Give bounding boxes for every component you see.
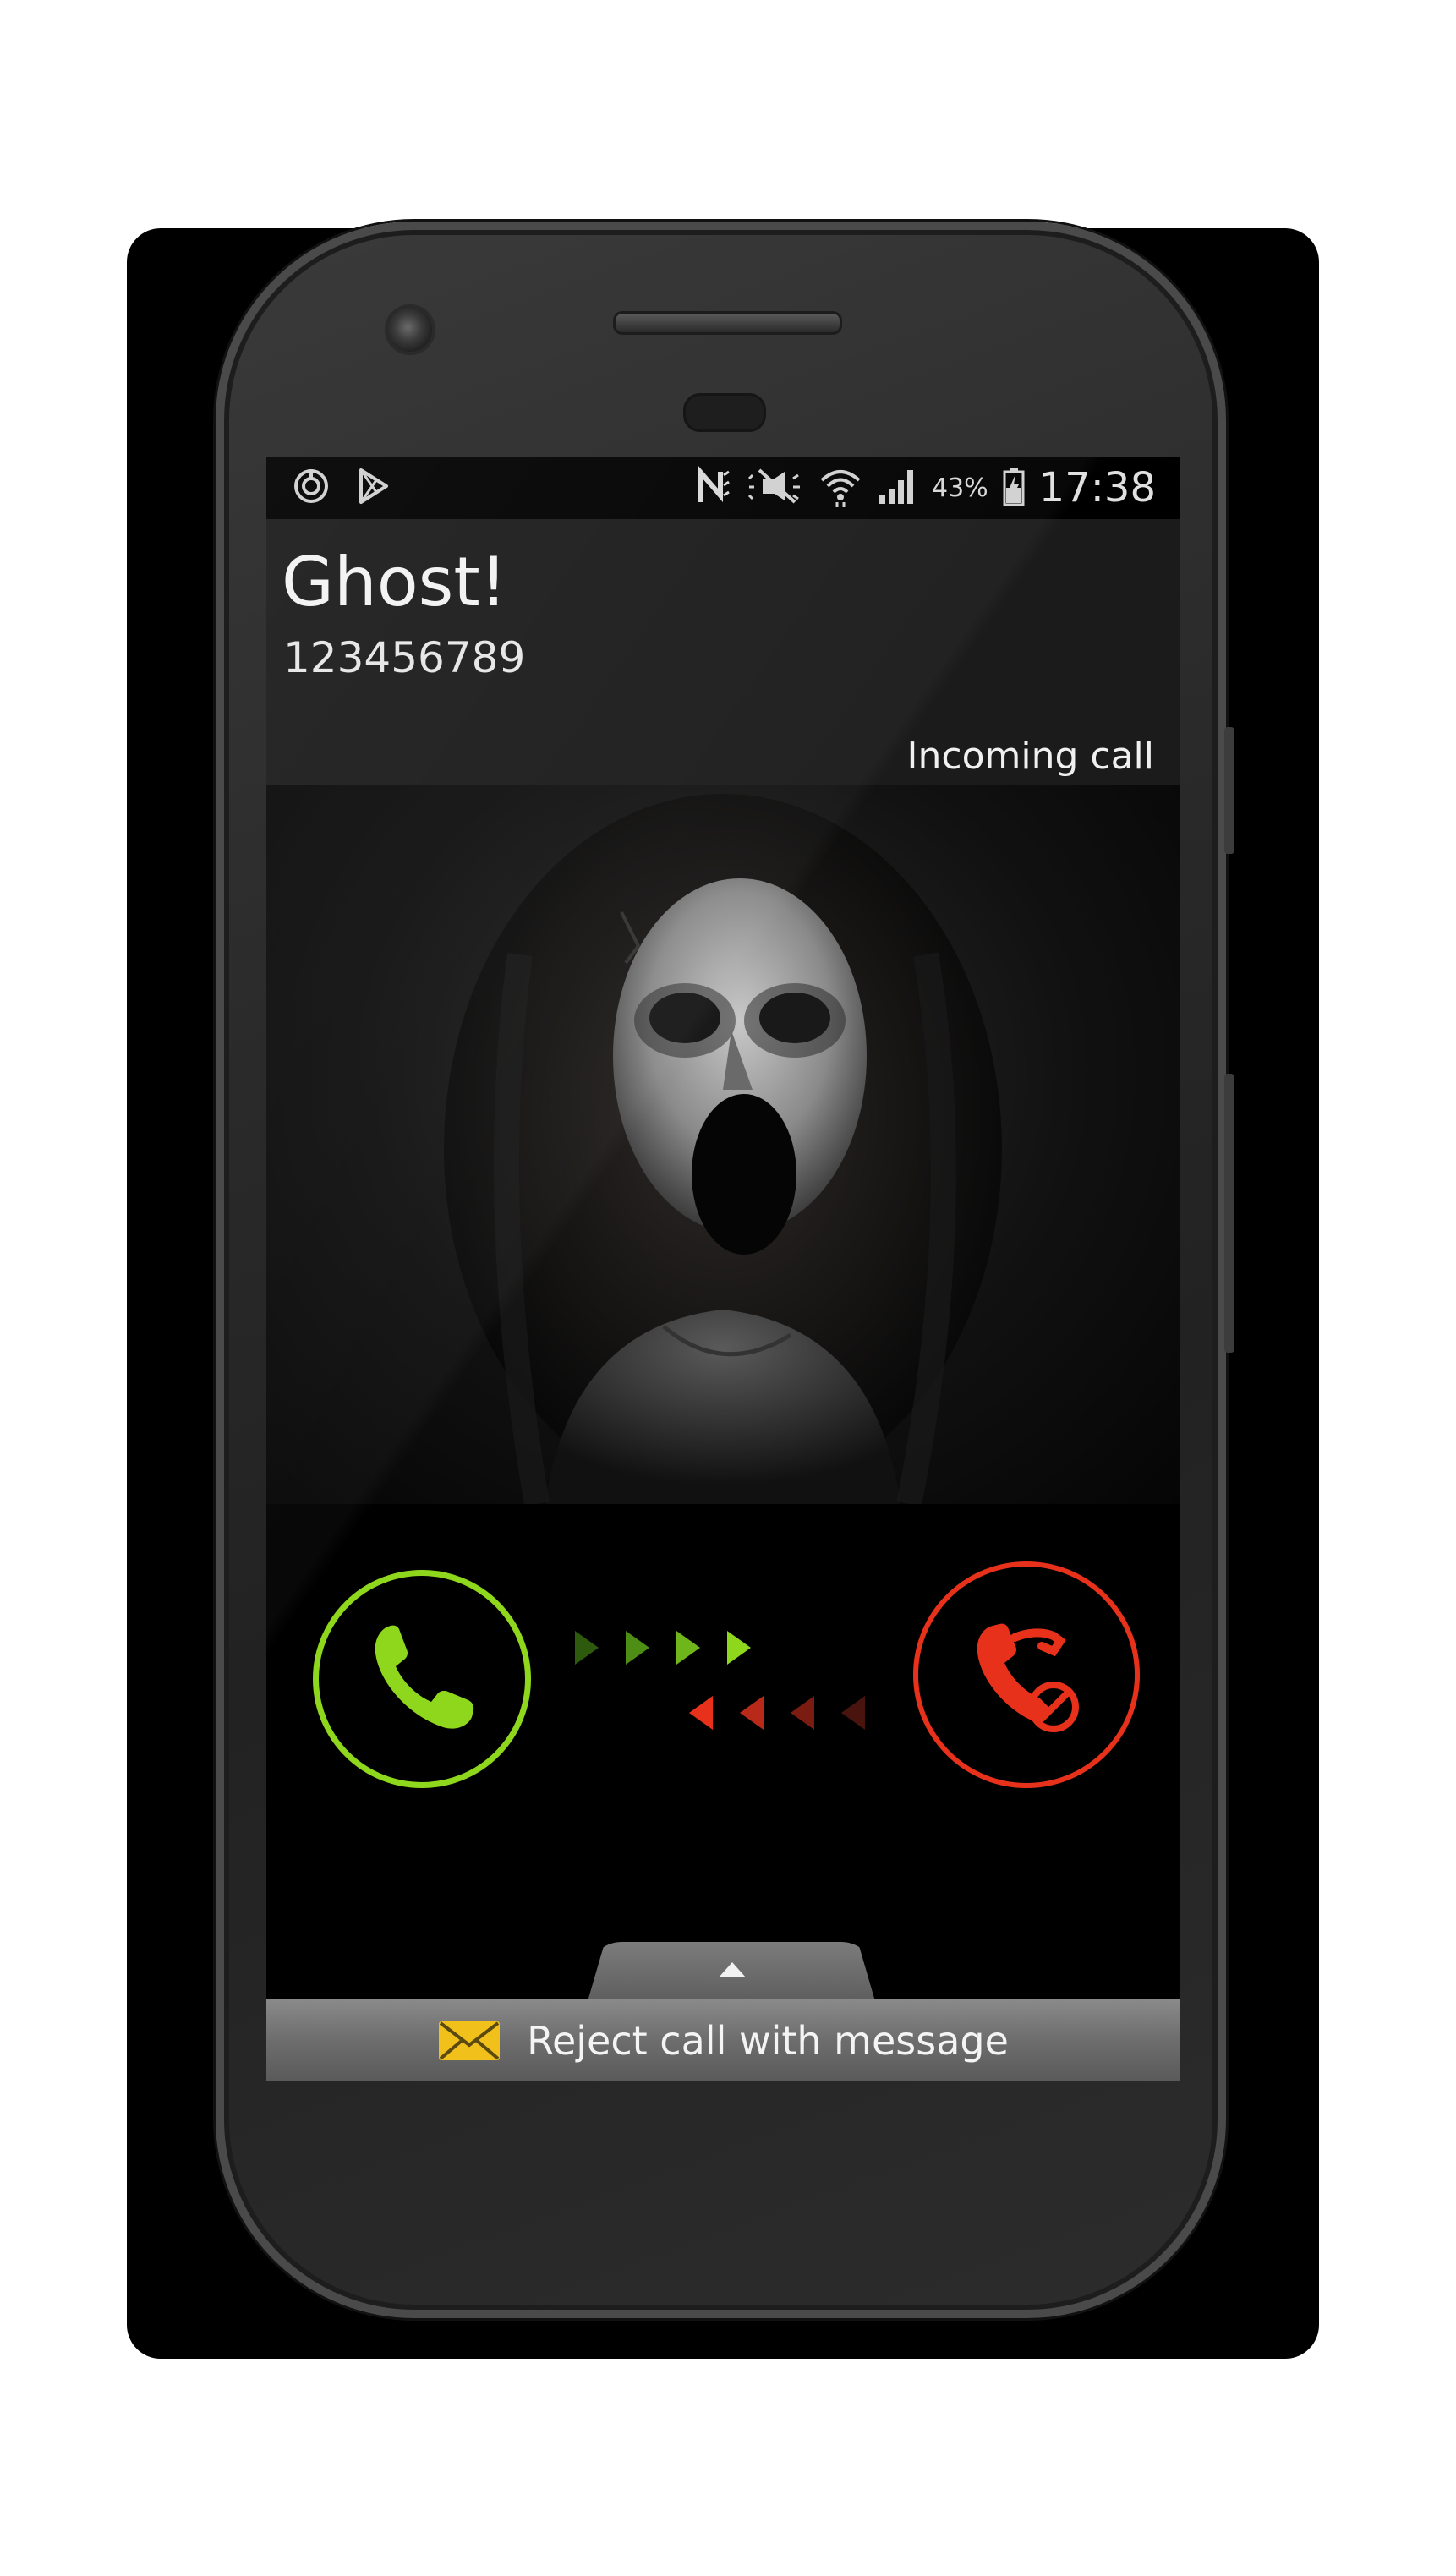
- caller-number: 123456789: [283, 633, 526, 682]
- envelope-icon: [439, 2021, 501, 2060]
- status-bar: 43% 17:38: [266, 457, 1180, 519]
- earpiece-speaker: [613, 311, 842, 335]
- caller-photo-illustration: [444, 794, 1002, 1504]
- reject-message-label: Reject call with message: [527, 2017, 1009, 2064]
- power-button: [1224, 1074, 1234, 1353]
- signal-icon: [876, 467, 918, 509]
- mute-icon: [746, 467, 805, 509]
- phone-answer-icon: [375, 1625, 474, 1729]
- volume-button: [1224, 727, 1234, 854]
- proximity-sensor: [683, 393, 766, 432]
- reject-button[interactable]: [913, 1561, 1140, 1788]
- answer-button[interactable]: [313, 1570, 531, 1788]
- reject-message-handle[interactable]: [588, 1942, 875, 2001]
- wifi-icon: [818, 465, 862, 511]
- battery-charging-icon: [1002, 466, 1026, 510]
- answer-swipe-arrows: [575, 1631, 751, 1665]
- front-camera: [385, 304, 435, 355]
- caller-info: Ghost! 123456789 Incoming call: [266, 519, 1180, 785]
- status-time: 17:38: [1038, 464, 1156, 511]
- reject-with-message-bar[interactable]: Reject call with message: [266, 1999, 1180, 2081]
- phone-screen: 43% 17:38 Ghost! 123456789 Incoming call: [266, 457, 1180, 2081]
- power-ring-icon: [292, 467, 331, 509]
- status-bar-left: [292, 467, 390, 509]
- chevron-up-icon: [719, 1962, 746, 1977]
- reject-swipe-arrows: [689, 1696, 865, 1730]
- phone-reject-icon: [977, 1623, 1079, 1732]
- battery-percent: 43%: [931, 473, 988, 503]
- screenshot-stage: 43% 17:38 Ghost! 123456789 Incoming call: [0, 0, 1456, 2576]
- caller-photo: [266, 785, 1180, 1504]
- call-status: Incoming call: [906, 735, 1154, 778]
- status-bar-right: 43% 17:38: [695, 462, 1156, 514]
- call-controls: [266, 1504, 1180, 1969]
- caller-name: Ghost!: [282, 543, 507, 621]
- nfc-icon: [695, 464, 732, 511]
- play-store-icon: [356, 467, 390, 509]
